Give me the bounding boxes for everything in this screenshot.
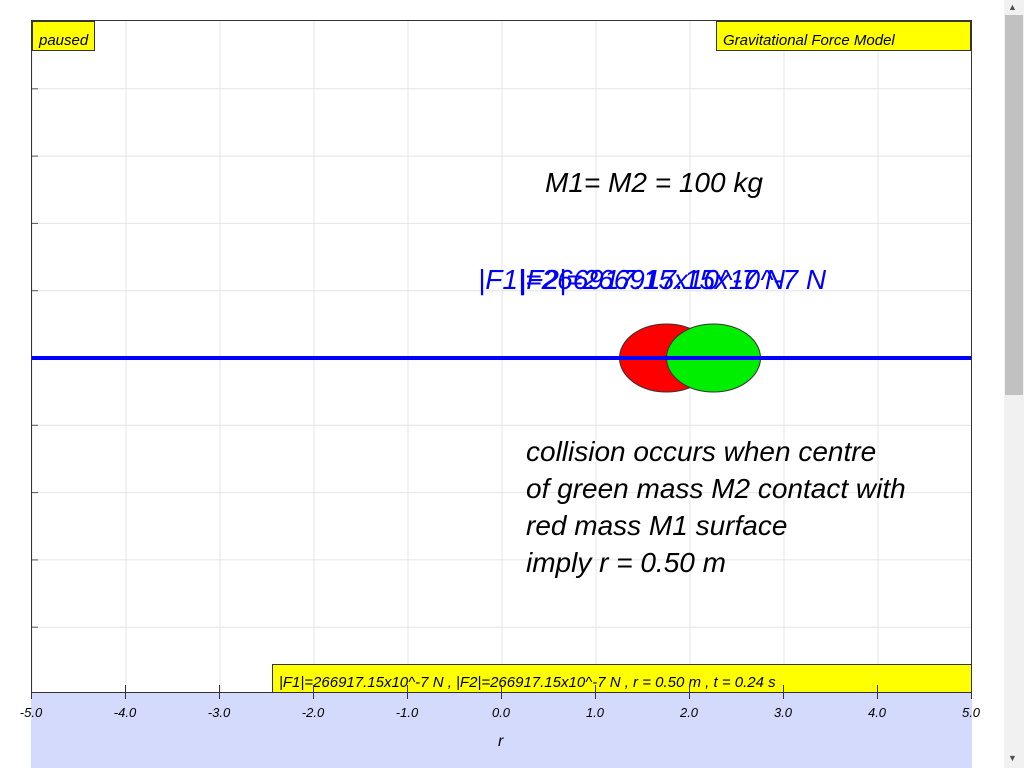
- x-tick-label: 0.0: [491, 705, 511, 720]
- note-line: of green mass M2 contact with: [526, 473, 906, 504]
- title-label: Gravitational Force Model: [716, 21, 971, 51]
- x-tick-label: 3.0: [773, 705, 793, 720]
- x-tick: [595, 685, 596, 699]
- x-tick: [313, 685, 314, 699]
- x-tick: [219, 685, 220, 699]
- x-tick: [125, 685, 126, 699]
- plot-canvas: [32, 21, 971, 692]
- x-tick-label: 1.0: [585, 705, 605, 720]
- note-line: collision occurs when centre: [526, 436, 877, 467]
- x-axis-label: r: [498, 733, 504, 750]
- x-tick: [31, 685, 32, 699]
- status-label[interactable]: paused: [32, 21, 96, 51]
- x-tick: [407, 685, 408, 699]
- x-tick-label: 2.0: [679, 705, 699, 720]
- x-tick: [689, 685, 690, 699]
- scroll-down-icon[interactable]: ▼: [1008, 753, 1017, 763]
- scrollbar-thumb[interactable]: [1005, 15, 1023, 395]
- collision-note: collision occurs when centre of green ma…: [526, 433, 906, 581]
- note-line: imply r = 0.50 m: [526, 547, 726, 578]
- mass-label: M1= M2 = 100 kg: [545, 167, 763, 198]
- x-tick: [877, 685, 878, 699]
- x-tick-label: -2.0: [301, 705, 325, 720]
- x-tick-label: -5.0: [19, 705, 43, 720]
- x-tick: [971, 685, 972, 699]
- force-f2-label: |F2|=266917.15x10^-7 N: [519, 264, 827, 295]
- x-tick-label: -4.0: [113, 705, 137, 720]
- x-tick-label: -1.0: [395, 705, 419, 720]
- simulation-plot[interactable]: paused Gravitational Force Model M1= M2 …: [31, 20, 972, 693]
- x-tick: [783, 685, 784, 699]
- x-tick-label: 5.0: [961, 705, 981, 720]
- x-tick-label: -3.0: [207, 705, 231, 720]
- scroll-up-icon[interactable]: ▲: [1008, 2, 1017, 12]
- x-axis: -5.0 -4.0 -3.0 -2.0 -1.0 0.0 1.0 2.0 3.0 4.0 5.0 r: [20, 685, 980, 768]
- x-tick-label: 4.0: [867, 705, 887, 720]
- note-line: red mass M1 surface: [526, 510, 788, 541]
- x-tick: [501, 685, 502, 699]
- readout-bar: |F1|=266917.15x10^-7 N , |F2|=266917.15x…: [272, 664, 971, 692]
